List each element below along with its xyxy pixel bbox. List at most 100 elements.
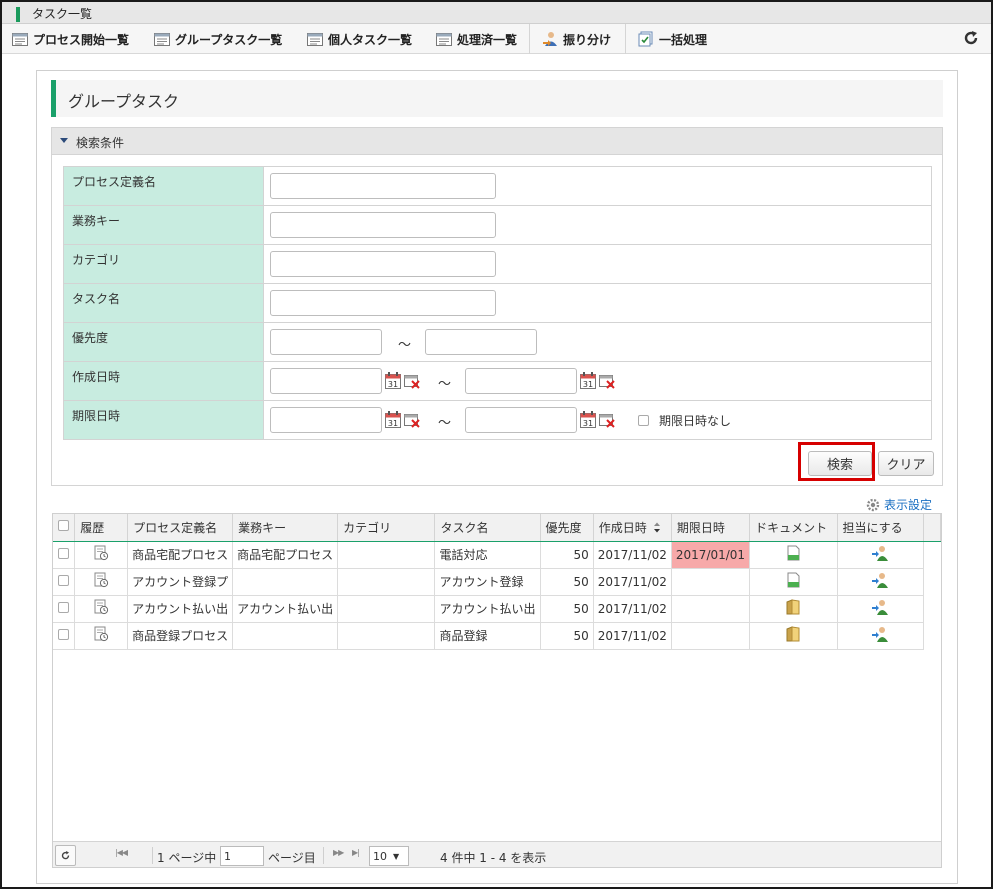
- page-number-input[interactable]: 1: [220, 846, 264, 866]
- clear-date-icon[interactable]: [404, 375, 421, 389]
- next-page-icon[interactable]: ▶▶: [333, 848, 344, 857]
- display-settings-link[interactable]: 表示設定: [866, 496, 932, 513]
- row-checkbox[interactable]: [58, 628, 70, 640]
- toolbar-process-start-list[interactable]: プロセス開始一覧: [12, 24, 129, 54]
- created-cell: 2017/11/02: [593, 622, 672, 650]
- history-icon[interactable]: [94, 545, 109, 561]
- task-name-cell[interactable]: アカウント登録: [434, 568, 541, 596]
- no-due-date-option[interactable]: 期限日時なし: [638, 412, 731, 429]
- created-to-input[interactable]: [465, 368, 577, 394]
- document-cell[interactable]: [749, 622, 838, 650]
- calendar-icon[interactable]: 31: [580, 411, 596, 428]
- column-header-history[interactable]: 履歴: [74, 514, 129, 542]
- task-name-cell[interactable]: アカウント払い出: [434, 595, 541, 623]
- history-icon[interactable]: [94, 626, 109, 642]
- toolbar: プロセス開始一覧 グループタスク一覧 個人タスク一覧 処理済一覧 振り分け 一括…: [2, 24, 991, 54]
- due-cell: [671, 622, 751, 650]
- document-cell[interactable]: [749, 595, 838, 623]
- clear-date-icon[interactable]: [599, 414, 616, 428]
- table-row[interactable]: アカウント登録プ アカウント登録 50 2017/11/02: [53, 568, 941, 596]
- table-row[interactable]: 商品宅配プロセス 商品宅配プロセス 電話対応 50 2017/11/02 2017/01/…: [53, 541, 941, 569]
- priority-to-input[interactable]: [425, 329, 537, 355]
- column-header-priority[interactable]: 優先度: [540, 514, 594, 542]
- column-header-process[interactable]: プロセス定義名: [127, 514, 234, 542]
- column-header-task-name[interactable]: タスク名: [434, 514, 541, 542]
- first-page-icon[interactable]: |◀◀: [115, 848, 128, 857]
- row-select-cell[interactable]: [53, 622, 76, 650]
- folder-icon[interactable]: [786, 626, 800, 642]
- toolbar-batch-process[interactable]: 一括処理: [638, 24, 707, 54]
- table-row[interactable]: アカウント払い出 アカウント払い出 アカウント払い出 50 2017/11/02: [53, 595, 941, 623]
- calendar-icon[interactable]: 31: [580, 372, 596, 389]
- select-all-header[interactable]: [53, 514, 76, 542]
- priority-cell: 50: [540, 595, 594, 623]
- category-input[interactable]: [270, 251, 496, 277]
- last-page-icon[interactable]: ▶|: [352, 848, 360, 857]
- per-page-select[interactable]: 10 ▼: [369, 846, 409, 866]
- priority-from-input[interactable]: [270, 329, 382, 355]
- claim-task-icon[interactable]: [871, 572, 889, 588]
- claim-task-icon[interactable]: [871, 626, 889, 642]
- select-all-checkbox[interactable]: [58, 520, 70, 532]
- grid-refresh-button[interactable]: [55, 845, 76, 866]
- row-select-cell[interactable]: [53, 595, 76, 623]
- folder-icon[interactable]: [786, 599, 800, 615]
- process-definition-input[interactable]: [270, 173, 496, 199]
- task-name-cell[interactable]: 電話対応: [434, 541, 541, 569]
- calendar-icon[interactable]: 31: [385, 372, 401, 389]
- row-checkbox[interactable]: [58, 547, 70, 559]
- svg-text:31: 31: [388, 419, 398, 428]
- row-checkbox[interactable]: [58, 574, 70, 586]
- row-select-cell[interactable]: [53, 568, 76, 596]
- column-header-category[interactable]: カテゴリ: [337, 514, 436, 542]
- claim-cell[interactable]: [837, 622, 924, 650]
- history-icon[interactable]: [94, 599, 109, 615]
- toolbar-group-task-list[interactable]: グループタスク一覧: [154, 24, 282, 54]
- row-select-cell[interactable]: [53, 541, 76, 569]
- claim-task-icon[interactable]: [871, 545, 889, 561]
- column-header-business-key[interactable]: 業務キー: [232, 514, 339, 542]
- calendar-icon[interactable]: 31: [385, 411, 401, 428]
- task-name-cell[interactable]: 商品登録: [434, 622, 541, 650]
- history-cell[interactable]: [74, 541, 129, 569]
- claim-task-icon[interactable]: [871, 599, 889, 615]
- task-name-input[interactable]: [270, 290, 496, 316]
- document-green-icon[interactable]: [787, 572, 800, 588]
- column-header-claim[interactable]: 担当にする: [837, 514, 924, 542]
- no-due-date-checkbox[interactable]: [638, 415, 649, 426]
- search-conditions-header[interactable]: 検索条件: [52, 128, 942, 155]
- document-cell[interactable]: [749, 541, 838, 569]
- due-to-input[interactable]: [465, 407, 577, 433]
- page-title-accent: [51, 80, 56, 117]
- claim-cell[interactable]: [837, 595, 924, 623]
- clear-date-icon[interactable]: [599, 375, 616, 389]
- column-header-due[interactable]: 期限日時: [671, 514, 751, 542]
- row-checkbox[interactable]: [58, 601, 70, 613]
- document-cell[interactable]: [749, 568, 838, 596]
- table-row[interactable]: 商品登録プロセス 商品登録 50 2017/11/02: [53, 622, 941, 650]
- display-settings-label: 表示設定: [884, 498, 933, 512]
- due-from-input[interactable]: [270, 407, 382, 433]
- claim-cell[interactable]: [837, 568, 924, 596]
- history-icon[interactable]: [94, 572, 109, 588]
- history-cell[interactable]: [74, 622, 129, 650]
- created-from-input[interactable]: [270, 368, 382, 394]
- clear-date-icon[interactable]: [404, 414, 421, 428]
- clear-button[interactable]: クリア: [878, 451, 934, 476]
- column-header-created[interactable]: 作成日時: [593, 514, 672, 542]
- history-cell[interactable]: [74, 568, 129, 596]
- sort-icon[interactable]: [653, 522, 661, 533]
- history-cell[interactable]: [74, 595, 129, 623]
- page-title: グループタスク: [68, 92, 180, 111]
- toolbar-assign[interactable]: 振り分け: [542, 24, 611, 54]
- category-cell: [337, 622, 436, 650]
- chevron-down-icon: ▼: [393, 851, 400, 861]
- claim-cell[interactable]: [837, 541, 924, 569]
- window-title: タスク一覧: [32, 7, 93, 21]
- document-green-icon[interactable]: [787, 545, 800, 561]
- reload-icon[interactable]: [963, 30, 979, 46]
- column-header-document[interactable]: ドキュメント: [749, 514, 838, 542]
- business-key-input[interactable]: [270, 212, 496, 238]
- toolbar-processed-list[interactable]: 処理済一覧: [436, 24, 517, 54]
- toolbar-personal-task-list[interactable]: 個人タスク一覧: [307, 24, 412, 54]
